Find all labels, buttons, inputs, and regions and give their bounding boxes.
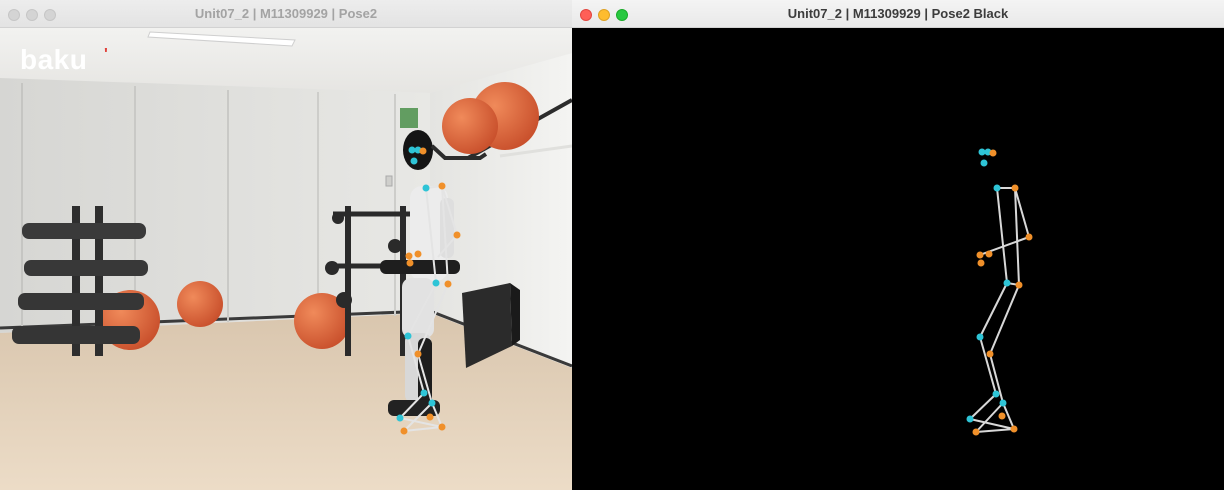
window-pose2[interactable]: Unit07_2 | M11309929 | Pose2 baku ' [0,0,572,490]
window-title: Unit07_2 | M11309929 | Pose2 Black [787,6,1009,21]
window-title: Unit07_2 | M11309929 | Pose2 [194,6,378,21]
baku-logo: baku [20,44,88,75]
pose-canvas [572,28,1224,490]
titlebar[interactable]: Unit07_2 | M11309929 | Pose2 Black [572,0,1224,28]
gym-scene [0,28,572,490]
video-frame: baku ' [0,28,572,490]
window-pose2-black[interactable]: Unit07_2 | M11309929 | Pose2 Black [572,0,1224,490]
pose-skeleton-black [572,28,1224,490]
titlebar[interactable]: Unit07_2 | M11309929 | Pose2 [0,0,572,28]
baku-logo-mark: ' [104,46,108,63]
